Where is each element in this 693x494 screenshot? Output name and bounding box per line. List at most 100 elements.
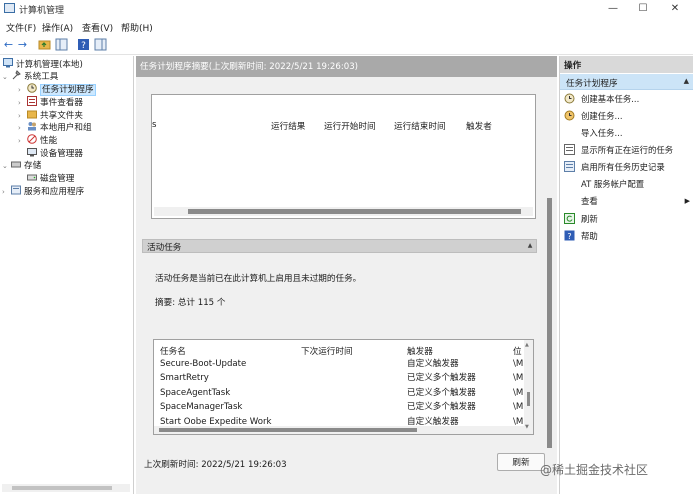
show-action-pane-icon[interactable] — [94, 38, 107, 51]
maximize-button[interactable]: ☐ — [628, 1, 658, 16]
forward-arrow-icon[interactable]: → — [16, 38, 29, 51]
tree-item-storage[interactable]: ⌄ 存储 — [2, 159, 41, 171]
system-tools-icon — [10, 70, 21, 80]
refresh-button[interactable]: 刷新 — [497, 453, 545, 471]
header-task-name[interactable]: 任务名 — [160, 345, 186, 357]
tree-item-computer-management[interactable]: 计算机管理(本地) — [2, 58, 83, 70]
task-name-cell: SpaceAgentTask — [160, 388, 231, 398]
table-row[interactable]: SmartRetry 已定义多个触发器 \M — [154, 371, 524, 385]
actions-section-task-scheduler[interactable]: 任务计划程序 ▲ — [560, 74, 693, 90]
computer-management-icon — [2, 58, 13, 68]
table-row[interactable]: Secure-Boot-Update 自定义触发器 \M — [154, 357, 524, 371]
action-show-running-tasks[interactable]: 显示所有正在运行的任务 — [564, 143, 692, 157]
location-cell: \M — [513, 373, 524, 383]
column-triggered-by[interactable]: 触发者 — [466, 120, 492, 132]
scrollbar-thumb[interactable] — [12, 486, 112, 490]
header-trigger[interactable]: 触发器 — [407, 345, 433, 357]
expand-chevron-icon[interactable]: › — [2, 186, 10, 198]
trigger-cell: 已定义多个触发器 — [407, 388, 476, 398]
column-run-result[interactable]: 运行结果 — [271, 120, 305, 132]
task-status-panel: s 运行结果 运行开始时间 运行结束时间 触发者 — [151, 94, 536, 219]
action-at-service-config[interactable]: AT 服务帐户配置 — [564, 177, 692, 191]
actions-section-title: 任务计划程序 — [566, 79, 618, 89]
last-refresh-text: 上次刷新时间: 2022/5/21 19:26:03 — [144, 460, 287, 470]
status-horizontal-scrollbar[interactable] — [154, 207, 533, 216]
scroll-down-icon[interactable]: ▼ — [525, 424, 529, 430]
shared-folder-icon — [26, 109, 37, 119]
back-arrow-icon[interactable]: ← — [2, 38, 15, 51]
scroll-up-icon[interactable]: ▲ — [525, 342, 529, 348]
action-import-task[interactable]: 导入任务... — [564, 126, 692, 140]
show-tree-icon[interactable] — [55, 38, 68, 51]
tree-item-disk-management[interactable]: 磁盘管理 — [26, 172, 74, 184]
tree-item-task-scheduler[interactable]: › 任务计划程序 — [18, 83, 96, 96]
refresh-icon — [564, 213, 575, 224]
table-row[interactable]: SpaceManagerTask 已定义多个触发器 \M — [154, 400, 524, 414]
location-cell: \M — [513, 402, 524, 412]
active-tasks-section-bar[interactable]: 活动任务 ▲ — [142, 239, 537, 253]
tree-item-services-apps[interactable]: › 服务和应用程序 — [2, 185, 84, 197]
collapse-chevron-icon[interactable]: ⌄ — [2, 160, 10, 172]
actions-header-text: 操作 — [564, 61, 582, 71]
header-next-run[interactable]: 下次运行时间 — [301, 345, 353, 357]
action-view[interactable]: 查看 ▶ — [564, 194, 692, 208]
menu-file[interactable]: 文件(F) — [6, 21, 36, 34]
minimize-button[interactable]: — — [598, 1, 628, 16]
column-run-end[interactable]: 运行结束时间 — [394, 120, 446, 132]
active-tasks-title: 活动任务 — [147, 243, 182, 253]
action-help[interactable]: ? 帮助 — [564, 229, 692, 243]
menu-help[interactable]: 帮助(H) — [121, 21, 153, 34]
expand-chevron-icon[interactable]: › — [18, 97, 26, 109]
menu-action[interactable]: 操作(A) — [42, 21, 73, 34]
table-vertical-scrollbar[interactable]: ▲ ▼ — [524, 340, 533, 434]
users-icon — [26, 121, 37, 131]
scrollbar-thumb[interactable] — [527, 392, 530, 406]
tree-item-device-manager[interactable]: 设备管理器 — [26, 147, 83, 159]
expand-chevron-icon[interactable]: › — [18, 135, 26, 147]
tree-item-event-viewer[interactable]: › 事件查看器 — [18, 96, 83, 108]
storage-icon — [10, 159, 21, 169]
services-icon — [10, 185, 21, 195]
header-location[interactable]: 位 — [513, 345, 522, 357]
center-vertical-scrollbar[interactable] — [545, 78, 555, 450]
action-refresh[interactable]: 刷新 — [564, 212, 692, 226]
column-run-start[interactable]: 运行开始时间 — [324, 120, 376, 132]
expand-chevron-icon[interactable]: › — [18, 122, 26, 134]
menu-bar: 文件(F) 操作(A) 查看(V) 帮助(H) — [0, 17, 693, 35]
collapse-up-icon[interactable]: ▲ — [526, 242, 534, 250]
tree-horizontal-scrollbar[interactable] — [2, 484, 130, 492]
view-icon — [564, 195, 575, 206]
table-row[interactable]: SpaceAgentTask 已定义多个触发器 \M — [154, 386, 524, 400]
tree-item-shared-folders[interactable]: › 共享文件夹 — [18, 109, 83, 121]
create-basic-task-icon — [564, 93, 575, 104]
menu-view[interactable]: 查看(V) — [82, 21, 113, 34]
svg-text:?: ? — [567, 232, 571, 241]
tree-item-system-tools[interactable]: ⌄ 系统工具 — [2, 70, 58, 82]
table-horizontal-scrollbar[interactable] — [154, 426, 524, 434]
device-manager-icon — [26, 147, 37, 157]
active-tasks-table: 任务名 下次运行时间 触发器 位 Secure-Boot-Update 自定义触… — [153, 339, 534, 435]
location-cell: \M — [513, 359, 524, 369]
app-icon — [4, 3, 15, 13]
action-create-task[interactable]: 创建任务... — [564, 109, 692, 123]
scrollbar-thumb[interactable] — [159, 428, 417, 432]
actions-header: 操作 — [560, 56, 693, 73]
column-stub: s — [152, 120, 157, 130]
collapse-chevron-icon[interactable]: ⌄ — [2, 71, 10, 83]
help-icon[interactable]: ? — [77, 38, 90, 51]
active-tasks-summary: 摘要: 总计 115 个 — [155, 298, 226, 308]
action-create-basic-task[interactable]: 创建基本任务... — [564, 92, 692, 106]
action-enable-history[interactable]: 启用所有任务历史记录 — [564, 160, 692, 174]
task-name-cell: SpaceManagerTask — [160, 402, 243, 412]
collapse-up-icon[interactable]: ▲ — [684, 77, 689, 85]
scrollbar-thumb[interactable] — [547, 198, 552, 448]
close-button[interactable]: ✕ — [660, 1, 690, 16]
up-folder-icon[interactable] — [38, 38, 51, 51]
submenu-arrow-icon: ▶ — [684, 197, 690, 205]
tree-item-local-users[interactable]: › 本地用户和组 — [18, 121, 92, 133]
active-tasks-description: 活动任务是当前已在此计算机上启用且未过期的任务。 — [155, 274, 362, 284]
import-icon — [564, 127, 575, 138]
tree-item-performance[interactable]: › 性能 — [18, 134, 57, 146]
scrollbar-thumb[interactable] — [188, 209, 521, 214]
expand-chevron-icon[interactable]: › — [18, 84, 26, 96]
